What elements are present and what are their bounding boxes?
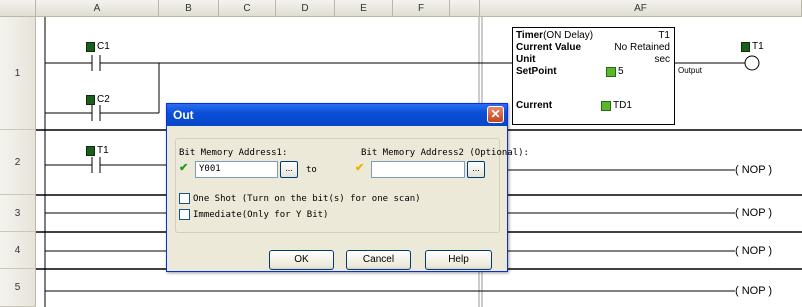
to-label: to [306,165,317,175]
current-value: No Retained [614,42,670,53]
nop-coil[interactable]: ( NOP ) [735,245,772,257]
contact-c2-label[interactable]: C2 [86,94,110,105]
unit-label: Unit [516,54,536,65]
current-value-label: Current Value [516,42,582,53]
contact-t1 [91,157,101,173]
output-label: Output [678,66,703,75]
current-addr: TD1 [613,100,632,111]
bit-icon [741,41,750,52]
dialog-titlebar[interactable]: Out ✕ [167,104,507,126]
timer-mode: (ON Delay) [543,30,594,41]
timer-block[interactable]: Timer(ON Delay) T1 Current Value No Reta… [512,27,675,125]
current-label: Current [516,100,553,111]
contact-tag: C1 [97,41,110,52]
addr2-label: Bit Memory Address2 (Optional): [361,148,529,158]
addr1-field[interactable]: Y001 [195,161,278,178]
bit-icon [86,94,95,105]
nop-coil[interactable]: ( NOP ) [735,285,772,297]
contact-tag: T1 [97,145,109,156]
immediate-checkbox[interactable] [179,209,190,220]
addr1-browse-button[interactable]: ... [280,161,298,178]
check-green-icon: ✔ [179,162,189,174]
contact-c1-label[interactable]: C1 [86,41,110,52]
coil-tag: T1 [752,41,764,52]
setpoint-value: 5 [618,66,624,77]
contact-c2 [91,105,101,121]
contact-c1 [91,55,101,71]
nop-coil[interactable]: ( NOP ) [735,207,772,219]
word-icon [606,66,616,77]
nop-coil[interactable]: ( NOP ) [735,164,772,176]
dialog-title: Out [173,108,194,122]
coil-t1-label[interactable]: T1 [741,41,764,52]
ok-button[interactable]: OK [269,250,334,270]
contact-t1-label[interactable]: T1 [86,145,109,156]
word-icon [601,100,611,111]
bit-icon [86,41,95,52]
current-field[interactable]: TD1 [601,100,632,111]
contact-tag: C2 [97,94,110,105]
out-dialog: Out ✕ Bit Memory Address1: Bit Memory Ad… [166,103,529,272]
immediate-label: Immediate(Only for Y Bit) [193,210,329,220]
setpoint-field[interactable]: 5 [606,66,624,77]
addr2-field[interactable] [371,161,465,178]
addr2-browse-button[interactable]: ... [467,161,485,178]
setpoint-label: SetPoint [516,66,557,77]
one-shot-checkbox[interactable] [179,193,190,204]
timer-name: T1 [658,30,670,41]
timer-title: Timer [516,30,544,41]
close-button[interactable]: ✕ [487,106,504,123]
one-shot-label: One Shot (Turn on the bit(s) for one sca… [193,194,421,204]
coil-t1 [744,55,760,71]
check-yellow-icon: ✔ [355,162,365,174]
bit-icon [86,145,95,156]
cancel-button[interactable]: Cancel [346,250,411,270]
help-button[interactable]: Help [425,250,492,270]
addr1-label: Bit Memory Address1: [179,148,288,158]
unit-value: sec [654,54,670,65]
